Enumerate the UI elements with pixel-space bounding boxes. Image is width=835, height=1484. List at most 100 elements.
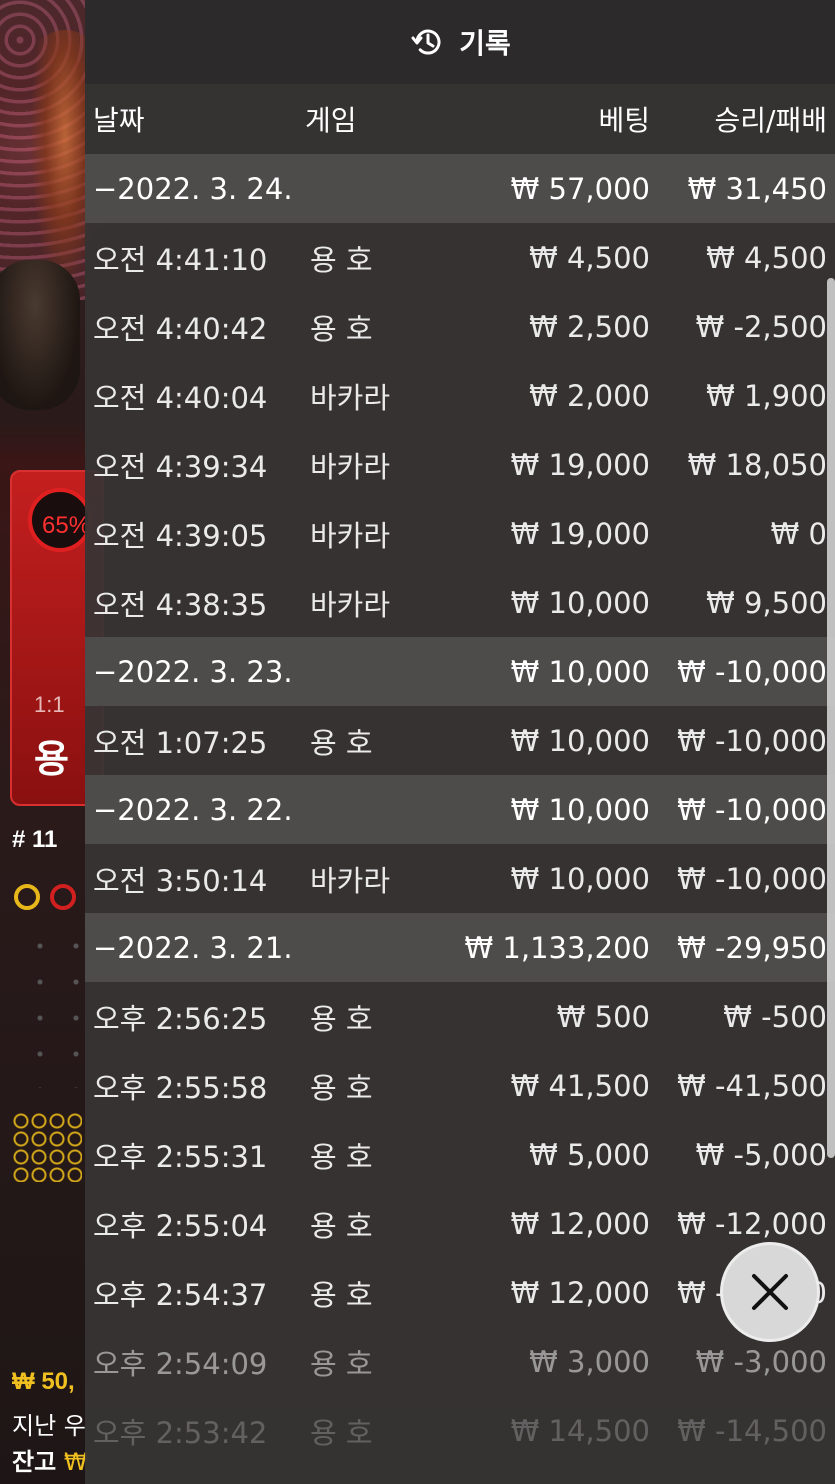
last-win-label: 지난 우 xyxy=(12,1412,86,1440)
history-row[interactable]: 오전 4:41:10 용 호 ₩ 4,500 ₩ 4,500 xyxy=(85,223,835,292)
balance-value: ₩ xyxy=(63,1448,88,1476)
date-group-label: −2022. 3. 24. xyxy=(93,171,293,206)
row-game: 바카라 xyxy=(310,863,391,898)
close-icon xyxy=(752,1274,788,1310)
row-game: 바카라 xyxy=(310,518,391,553)
date-group-label: −2022. 3. 23. xyxy=(93,654,293,689)
row-time: 오전 4:40:42 xyxy=(93,311,268,346)
row-bet: ₩ 2,500 xyxy=(529,309,650,344)
row-bet: ₩ 3,000 xyxy=(529,1344,650,1379)
history-row[interactable]: 오전 4:40:04 바카라 ₩ 2,000 ₩ 1,900 xyxy=(85,361,835,430)
road-grid xyxy=(22,928,82,1088)
row-time: 오후 2:54:09 xyxy=(93,1346,268,1381)
row-winloss: ₩ -10,000 xyxy=(677,723,827,758)
date-group-row[interactable]: −2022. 3. 22. ₩ 10,000 ₩ -10,000 xyxy=(85,775,835,844)
row-bet: ₩ 19,000 xyxy=(510,447,650,482)
history-row[interactable]: 오전 1:07:25 용 호 ₩ 10,000 ₩ -10,000 xyxy=(85,706,835,775)
row-bet: ₩ 10,000 xyxy=(510,585,650,620)
date-group-bet: ₩ 57,000 xyxy=(510,171,650,206)
row-time: 오후 2:55:58 xyxy=(93,1070,268,1105)
row-game: 바카라 xyxy=(310,449,391,484)
column-winloss: 승리/패배 xyxy=(714,104,827,137)
dragon-label: 용 xyxy=(34,737,69,781)
row-winloss: ₩ -41,500 xyxy=(677,1068,827,1103)
round-number: # 11 xyxy=(12,826,58,853)
row-bet: ₩ 10,000 xyxy=(510,723,650,758)
history-row[interactable]: 오후 2:56:25 용 호 ₩ 500 ₩ -500 xyxy=(85,982,835,1051)
history-row[interactable]: 오후 2:55:31 용 호 ₩ 5,000 ₩ -5,000 xyxy=(85,1120,835,1189)
row-game: 용 호 xyxy=(310,311,373,346)
row-game: 용 호 xyxy=(310,1415,373,1450)
date-group-row[interactable]: −2022. 3. 23. ₩ 10,000 ₩ -10,000 xyxy=(85,637,835,706)
row-winloss: ₩ -10,000 xyxy=(677,861,827,896)
row-time: 오후 2:55:04 xyxy=(93,1208,268,1243)
row-time: 오전 3:50:14 xyxy=(93,863,268,898)
row-bet: ₩ 41,500 xyxy=(510,1068,650,1103)
history-title: 기록 xyxy=(459,27,511,60)
row-game: 용 호 xyxy=(310,242,373,277)
history-icon xyxy=(411,29,441,55)
row-time: 오후 2:55:31 xyxy=(93,1139,268,1174)
bet-percent: 65% xyxy=(42,512,91,539)
balance-row: 잔고 ₩ xyxy=(12,1442,88,1477)
history-row[interactable]: 오전 4:38:35 바카라 ₩ 10,000 ₩ 9,500 xyxy=(85,568,835,637)
row-winloss: ₩ -5,000 xyxy=(695,1137,827,1172)
row-game: 바카라 xyxy=(310,587,391,622)
row-winloss: ₩ -2,500 xyxy=(695,309,827,344)
history-row[interactable]: 오후 2:53:42 용 호 ₩ 14,500 ₩ -14,500 xyxy=(85,1396,835,1465)
row-bet: ₩ 12,000 xyxy=(510,1275,650,1310)
row-time: 오후 2:53:42 xyxy=(93,1415,268,1450)
row-winloss: ₩ 9,500 xyxy=(706,585,827,620)
scrollbar[interactable] xyxy=(827,278,835,1158)
row-time: 오전 1:07:25 xyxy=(93,725,268,760)
history-row[interactable]: 오전 3:50:14 바카라 ₩ 10,000 ₩ -10,000 xyxy=(85,844,835,913)
row-bet: ₩ 500 xyxy=(556,999,650,1034)
history-row[interactable]: 오후 2:54:09 용 호 ₩ 3,000 ₩ -3,000 xyxy=(85,1327,835,1396)
history-row[interactable]: 오후 2:55:58 용 호 ₩ 41,500 ₩ -41,500 xyxy=(85,1051,835,1120)
row-time: 오후 2:54:37 xyxy=(93,1277,268,1312)
row-game: 용 호 xyxy=(310,1346,373,1381)
row-winloss: ₩ 0 xyxy=(770,516,827,551)
row-bet: ₩ 12,000 xyxy=(510,1206,650,1241)
date-group-winloss: ₩ -29,950 xyxy=(677,930,827,965)
row-time: 오전 4:41:10 xyxy=(93,242,268,277)
column-game: 게임 xyxy=(305,104,357,137)
date-group-label: −2022. 3. 22. xyxy=(93,792,293,827)
row-winloss: ₩ 1,900 xyxy=(706,378,827,413)
history-row[interactable]: 오전 4:39:05 바카라 ₩ 19,000 ₩ 0 xyxy=(85,499,835,568)
big-road-markers xyxy=(12,1112,82,1182)
win-amount: ₩ 50, xyxy=(12,1368,75,1395)
date-group-row[interactable]: −2022. 3. 24. ₩ 57,000 ₩ 31,450 xyxy=(85,154,835,223)
close-button[interactable] xyxy=(720,1242,820,1342)
row-bet: ₩ 4,500 xyxy=(529,240,650,275)
date-group-winloss: ₩ -10,000 xyxy=(677,792,827,827)
date-group-label: −2022. 3. 21. xyxy=(93,930,293,965)
date-group-row[interactable]: −2022. 3. 21. ₩ 1,133,200 ₩ -29,950 xyxy=(85,913,835,982)
date-group-winloss: ₩ 31,450 xyxy=(687,171,827,206)
date-group-winloss: ₩ -10,000 xyxy=(677,654,827,689)
row-game: 바카라 xyxy=(310,380,391,415)
row-bet: ₩ 2,000 xyxy=(529,378,650,413)
date-group-bet: ₩ 1,133,200 xyxy=(464,930,650,965)
row-game: 용 호 xyxy=(310,1070,373,1105)
row-game: 용 호 xyxy=(310,1001,373,1036)
row-bet: ₩ 5,000 xyxy=(529,1137,650,1172)
road-marker-yellow xyxy=(14,884,40,910)
history-row[interactable]: 오전 4:40:42 용 호 ₩ 2,500 ₩ -2,500 xyxy=(85,292,835,361)
row-time: 오전 4:39:05 xyxy=(93,518,268,553)
date-group-bet: ₩ 10,000 xyxy=(510,654,650,689)
row-time: 오후 2:56:25 xyxy=(93,1001,268,1036)
balance-label: 잔고 xyxy=(12,1448,57,1476)
row-winloss: ₩ -500 xyxy=(723,999,827,1034)
row-game: 용 호 xyxy=(310,1139,373,1174)
row-winloss: ₩ -14,500 xyxy=(677,1413,827,1448)
row-bet: ₩ 19,000 xyxy=(510,516,650,551)
history-row[interactable]: 오전 4:39:34 바카라 ₩ 19,000 ₩ 18,050 xyxy=(85,430,835,499)
date-group-bet: ₩ 10,000 xyxy=(510,792,650,827)
column-date: 날짜 xyxy=(93,104,145,137)
row-time: 오전 4:39:34 xyxy=(93,449,268,484)
history-list[interactable]: −2022. 3. 24. ₩ 57,000 ₩ 31,450 오전 4:41:10 용… xyxy=(85,154,835,1465)
row-time: 오전 4:40:04 xyxy=(93,380,268,415)
row-game: 용 호 xyxy=(310,1208,373,1243)
history-row[interactable]: 오후 2:55:04 용 호 ₩ 12,000 ₩ -12,000 xyxy=(85,1189,835,1258)
